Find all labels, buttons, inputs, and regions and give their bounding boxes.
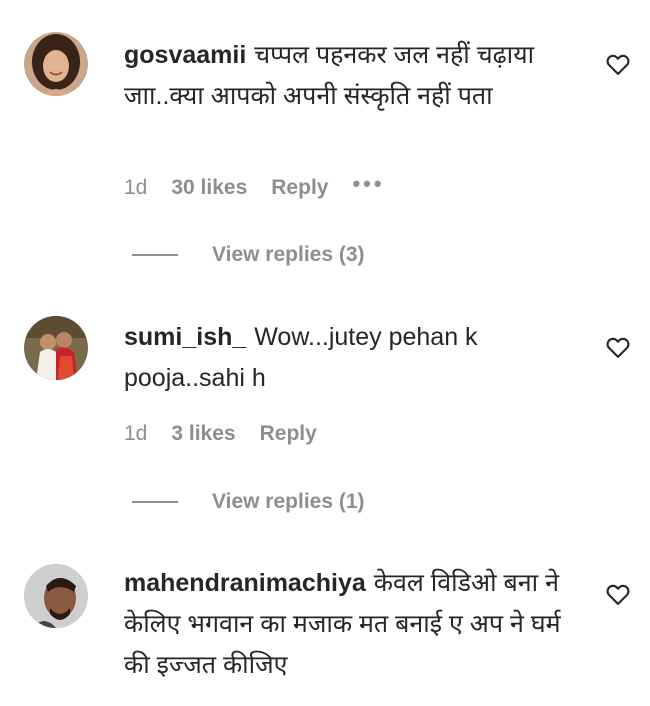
- comment-meta: 1d 3 likes Reply: [124, 422, 341, 446]
- heart-outline-icon[interactable]: [604, 333, 632, 361]
- avatar-sumi-ish[interactable]: [24, 316, 88, 380]
- comment-text-block: sumi_ish_ Wow...jutey pehan k pooja..sahi…: [124, 317, 564, 399]
- avatar-mahendranimachiya[interactable]: [24, 564, 88, 628]
- view-replies-button[interactable]: View replies (1): [132, 490, 365, 514]
- comment-username[interactable]: sumi_ish_: [124, 323, 246, 351]
- reply-button[interactable]: Reply: [260, 422, 317, 446]
- comment-username[interactable]: mahendranimachiya: [124, 569, 366, 597]
- replies-divider: [132, 254, 178, 256]
- avatar-gosvaamii[interactable]: [24, 32, 88, 96]
- comment-username[interactable]: gosvaamii: [124, 41, 246, 69]
- heart-outline-icon[interactable]: [604, 580, 632, 608]
- reply-button[interactable]: Reply: [271, 176, 328, 200]
- comment-time: 1d: [124, 176, 148, 199]
- comment-likes[interactable]: 3 likes: [171, 422, 235, 446]
- comment-likes[interactable]: 30 likes: [171, 176, 247, 200]
- comment-time: 1d: [124, 422, 148, 445]
- view-replies-label[interactable]: View replies (1): [212, 490, 365, 514]
- view-replies-label[interactable]: View replies (3): [212, 243, 365, 267]
- comment-text-block: mahendranimachiya केवल विडिओ बना ने केलिए…: [124, 563, 564, 686]
- comment-meta: 1d 30 likes Reply •••: [124, 171, 409, 201]
- comment-text-block: gosvaamii चप्पल पहनकर जल नहीं चढ़ाया जाा.…: [124, 35, 564, 117]
- replies-divider: [132, 501, 178, 503]
- heart-outline-icon[interactable]: [604, 50, 632, 78]
- view-replies-button[interactable]: View replies (3): [132, 243, 365, 267]
- more-options-icon[interactable]: •••: [352, 171, 384, 197]
